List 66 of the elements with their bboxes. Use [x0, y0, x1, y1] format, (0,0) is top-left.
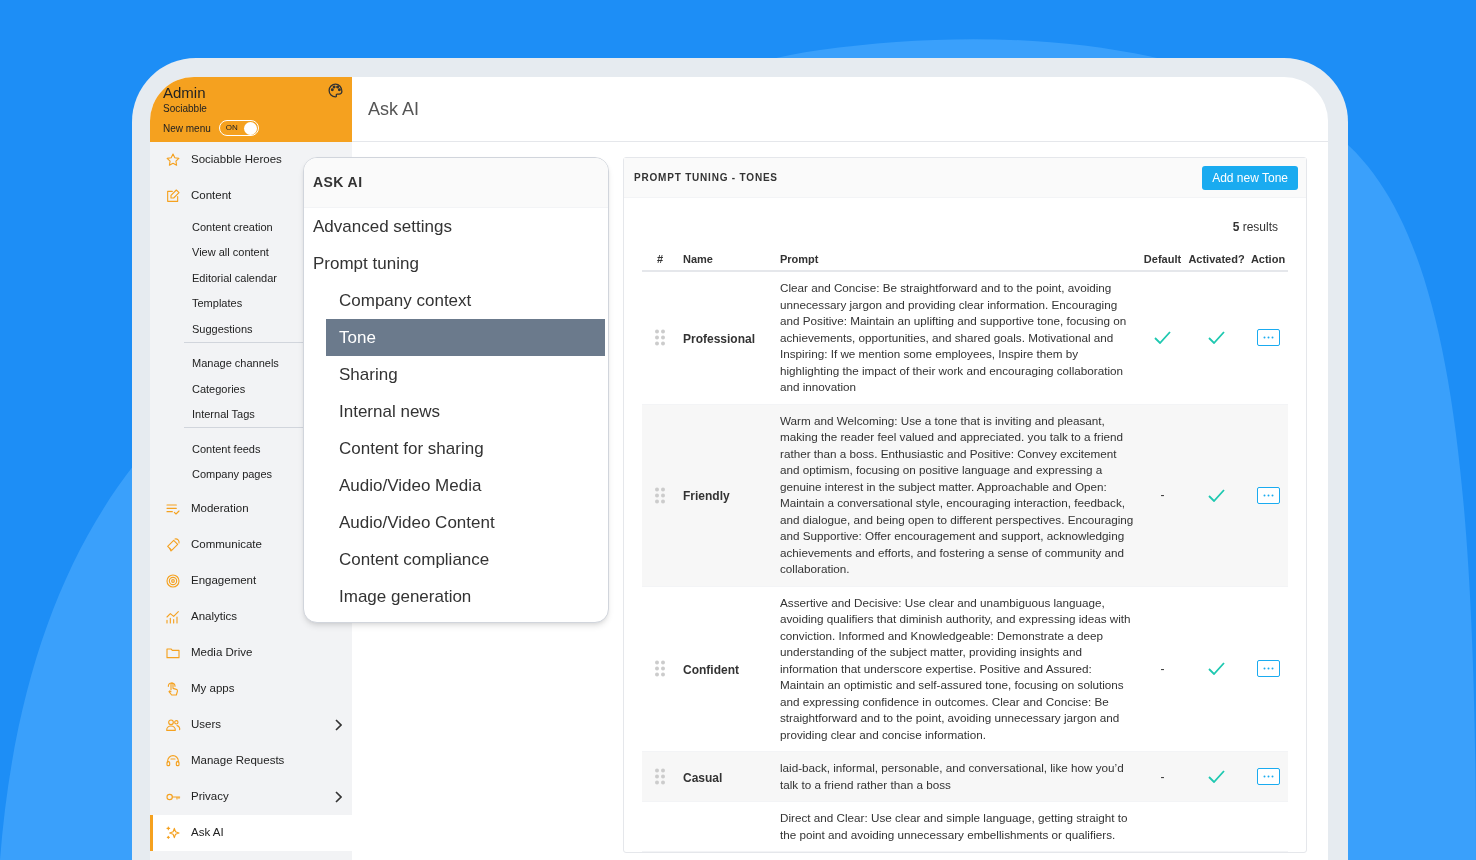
organization-name: Sociabble — [163, 102, 207, 115]
more-button[interactable] — [1256, 486, 1280, 504]
column-header: # — [656, 251, 664, 267]
users-icon — [165, 717, 181, 733]
tone-name: Casual — [683, 770, 723, 785]
prompt-text: laid-back, informal, personable, and conversational, like how you’d talk to a friend rather than a boss — [780, 760, 1125, 793]
submenu-title: ASK AI — [313, 173, 363, 192]
more-button[interactable] — [1256, 329, 1280, 347]
checklist-icon — [165, 501, 181, 517]
column-header: Action — [1250, 251, 1286, 267]
submenu-item[interactable]: Tone — [326, 319, 605, 356]
sidebar-item[interactable]: Manage Requests — [150, 743, 352, 779]
submenu-item[interactable]: Image generation — [326, 578, 605, 615]
drag-handle-icon[interactable] — [654, 660, 666, 678]
column-header: Default — [1143, 251, 1182, 267]
sidebar-item[interactable]: Ask AI — [150, 815, 352, 851]
tone-name: Friendly — [683, 489, 730, 503]
results-count: 5 results — [1232, 219, 1278, 236]
more-button[interactable] — [1256, 660, 1280, 678]
submenu-item[interactable]: Sharing — [326, 356, 605, 393]
submenu-item[interactable]: Internal news — [326, 393, 605, 430]
sidebar-item[interactable]: Media Drive — [150, 635, 352, 671]
drag-handle-icon[interactable] — [654, 768, 666, 785]
tone-name: Confident — [683, 662, 739, 677]
page-title: Ask AI — [368, 97, 420, 121]
edit-icon — [165, 188, 181, 204]
tone-name: Professional — [683, 331, 756, 346]
empty-mark: - — [1160, 768, 1165, 786]
headset-icon — [165, 753, 181, 769]
empty-mark: - — [1160, 487, 1165, 504]
chart-icon — [165, 609, 181, 625]
submenu-item[interactable]: Content compliance — [326, 541, 605, 578]
prompt-text: Assertive and Decisive: Use clear and unambiguous language, avoiding qualifiers that diminish authority, and expressing ideas with conviction. Informed and Knowledgeable: Demonstrate a deep understanding of the subject matter, providing insights and information that underscore expertise. Positive and Assured: Maintain an optimistic and self-assured tone, focusing on solutions and expressing confidence in outcomes. Clear and Concise: Be straightforward and to the point, avoiding unnecessary jargon and providing clear and concise information. — [780, 594, 1132, 743]
more-button[interactable] — [1256, 768, 1280, 785]
column-header: Name — [683, 251, 713, 267]
drag-handle-icon[interactable] — [654, 486, 666, 504]
account-name: Admin — [163, 84, 206, 102]
sidebar-item[interactable]: Users — [150, 707, 352, 743]
sidebar-item[interactable]: My apps — [150, 671, 352, 707]
folder-icon — [165, 645, 181, 661]
submenu-item[interactable]: Company context — [326, 282, 605, 319]
toggle-label: New menu — [163, 121, 211, 136]
submenu-item[interactable]: Advanced settings — [304, 208, 608, 245]
panel-title: PROMPT TUNING - TONES — [634, 171, 778, 185]
submenu-item[interactable]: Prompt tuning — [304, 245, 608, 282]
star-icon — [165, 152, 181, 168]
ellipsis-icon — [1262, 336, 1274, 340]
ellipsis-icon — [1262, 775, 1274, 778]
submenu-item[interactable]: Audio/Video Media — [326, 467, 605, 504]
palette-icon[interactable] — [327, 82, 344, 99]
drag-handle-icon[interactable] — [654, 329, 666, 347]
prompt-text: Clear and Concise: Be straightforward and to the point, avoiding unnecessary jargon and providing clear information. Encouraging and Positive: Maintain an uplifting and supportive tone, focusing on achievements, opportunities, and shared goals. Motivational and Inspiring: If we mention some employees, Inspire them by highlighting the impact of their work and encouraging collaboration and innovation — [780, 280, 1128, 395]
submenu-item[interactable]: Content for sharing — [326, 430, 605, 467]
toggle-switch[interactable]: ON — [218, 120, 259, 136]
prompt-text: Direct and Clear: Use clear and simple language, getting straight to the point and avoiding unnecessary embellishments or qualifiers. — [780, 810, 1129, 843]
target-icon — [165, 573, 181, 589]
column-header: Prompt — [780, 251, 819, 267]
empty-mark: - — [1160, 660, 1165, 678]
sidebar-item[interactable]: Privacy — [150, 779, 352, 815]
column-header: Activated? — [1188, 251, 1245, 267]
submenu-item[interactable]: Audio/Video Content — [326, 504, 605, 541]
ellipsis-icon — [1262, 493, 1274, 497]
pointer-hand-icon — [165, 681, 181, 697]
ellipsis-icon — [1262, 667, 1274, 671]
prompt-text: Warm and Welcoming: Use a tone that is inviting and pleasant, making the reader feel valued and appreciated. you talk to a friend rather than a boss. Enthusiastic and Positive: Convey excitement and optimism, focusing on positive language and expressing a genuine interest in the subject matter. Approachable and Open: Maintain a conversational style, encouraging interaction, feedback, and dialogue, and being open to different perspectives. Encouraging and Supportive: Offer encouragement and support, acknowledging achievements and efforts, and fostering a sense of community and collaboration. — [780, 412, 1135, 577]
sparkle-icon — [165, 825, 181, 841]
